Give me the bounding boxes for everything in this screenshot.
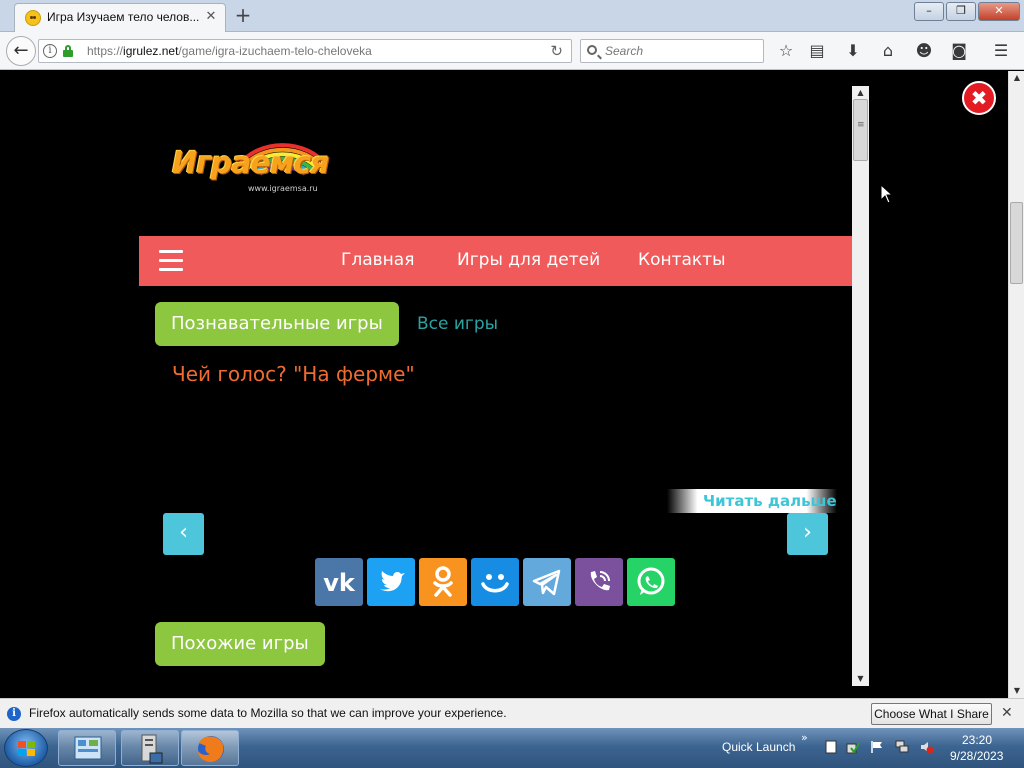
lock-icon[interactable]	[63, 45, 73, 57]
vk-icon: vk	[323, 569, 356, 597]
notification-text: Firefox automatically sends some data to…	[29, 706, 507, 720]
network-tray-icon[interactable]	[895, 740, 909, 754]
clock-date[interactable]: 9/28/2023	[950, 749, 1003, 763]
vk-share-button[interactable]: vk	[315, 558, 363, 606]
whatsapp-share-button[interactable]	[627, 558, 675, 606]
menu-hamburger-icon[interactable]: ☰	[990, 40, 1012, 62]
read-more-label: Читать дальше	[703, 492, 837, 510]
choose-what-i-share-button[interactable]: Choose What I Share	[871, 703, 992, 725]
window-scroll-up-icon[interactable]: ▲	[1009, 71, 1024, 85]
logo-text: Играемся	[172, 146, 329, 181]
main-menu: Главная Игры для детей Контакты	[139, 236, 852, 286]
page-content: Играемся www.igraemsa.ru Главная Игры дл…	[0, 71, 1008, 698]
data-sharing-notification: i Firefox automatically sends some data …	[0, 698, 1024, 728]
window-scroll-thumb[interactable]	[1010, 202, 1023, 284]
quick-launch-expand-icon[interactable]: »	[801, 731, 808, 744]
quick-launch-label: Quick Launch	[722, 740, 796, 754]
reload-icon[interactable]: ↻	[550, 42, 563, 60]
url-host: igrulez.net	[123, 44, 179, 58]
reading-list-icon[interactable]: ▤	[806, 40, 828, 62]
prev-slide-button[interactable]: ‹	[163, 513, 204, 555]
url-path: /game/igra-izuchaem-telo-cheloveka	[178, 44, 372, 58]
next-slide-button[interactable]: ›	[787, 513, 828, 555]
info-icon[interactable]: i	[43, 44, 57, 58]
security-check-tray-icon[interactable]	[846, 740, 860, 754]
game-frame-scrollbar[interactable]: ▲ ▼	[852, 86, 869, 686]
all-games-link[interactable]: Все игры	[417, 314, 498, 334]
url-text: https://igrulez.net/game/igra-izuchaem-t…	[87, 44, 372, 58]
odnoklassniki-share-button[interactable]	[419, 558, 467, 606]
browser-tab[interactable]: Игра Изучаем тело челов... ✕	[14, 3, 226, 32]
similar-games-button[interactable]: Похожие игры	[155, 622, 325, 666]
document-tray-icon[interactable]	[824, 740, 838, 754]
bookmark-star-icon[interactable]: ☆	[775, 40, 797, 62]
back-button[interactable]: ←	[6, 36, 36, 66]
taskbar-server-button[interactable]	[121, 730, 179, 766]
smiley-favicon-icon	[25, 10, 41, 26]
search-input[interactable]: Search	[580, 39, 764, 63]
start-button[interactable]	[4, 729, 48, 767]
menu-item-kids-games[interactable]: Игры для детей	[457, 250, 600, 270]
tab-close-icon[interactable]: ✕	[203, 9, 219, 25]
windows-taskbar: Quick Launch » 23:20 9/28/2023	[0, 728, 1024, 768]
twitter-bird-icon	[380, 571, 405, 592]
close-overlay-button[interactable]: ✖	[962, 81, 996, 115]
scroll-up-arrow-icon[interactable]: ▲	[852, 86, 869, 100]
tab-title: Игра Изучаем тело челов...	[47, 10, 200, 24]
window-close-button[interactable]: ✕	[978, 2, 1020, 21]
smile-icon	[481, 574, 509, 593]
scroll-thumb[interactable]	[853, 99, 868, 161]
mouse-cursor-icon	[880, 184, 894, 204]
logo-subtext: www.igraemsa.ru	[248, 184, 318, 193]
read-more-link[interactable]: Читать дальше	[667, 489, 837, 513]
control-panel-icon	[74, 736, 102, 760]
whatsapp-icon	[637, 567, 665, 595]
telegram-share-button[interactable]	[523, 558, 571, 606]
taskbar-control-panel-button[interactable]	[58, 730, 116, 766]
volume-muted-tray-icon[interactable]	[920, 740, 934, 754]
maximize-button[interactable]: ❐	[946, 2, 976, 21]
site-logo[interactable]: Играемся www.igraemsa.ru	[170, 126, 330, 201]
scroll-down-arrow-icon[interactable]: ▼	[852, 672, 869, 686]
info-icon: i	[7, 707, 21, 721]
hamburger-menu-icon[interactable]	[159, 250, 183, 272]
twitter-share-button[interactable]	[367, 558, 415, 606]
navigation-toolbar: ← i https://igrulez.net/game/igra-izucha…	[0, 32, 1024, 70]
windows-logo-icon	[18, 741, 36, 757]
minimize-button[interactable]: –	[914, 2, 944, 21]
taskbar-firefox-button[interactable]	[181, 730, 239, 766]
firefox-icon	[198, 736, 224, 762]
menu-item-contacts[interactable]: Контакты	[638, 250, 726, 270]
clock-time[interactable]: 23:20	[962, 733, 992, 747]
pocket-icon[interactable]: ◙	[948, 40, 970, 62]
moimir-share-button[interactable]	[471, 558, 519, 606]
tab-bar: Игра Изучаем тело челов... ✕ + – ❐ ✕	[0, 0, 1024, 32]
odnoklassniki-icon	[433, 566, 453, 597]
window-scroll-down-icon[interactable]: ▼	[1009, 684, 1024, 698]
address-bar[interactable]: i https://igrulez.net/game/igra-izuchaem…	[38, 39, 572, 63]
window-controls: – ❐ ✕	[914, 2, 1020, 21]
new-tab-button[interactable]: +	[232, 4, 254, 26]
viber-share-button[interactable]	[575, 558, 623, 606]
telegram-plane-icon	[532, 569, 561, 596]
download-icon[interactable]: ⬇	[842, 40, 864, 62]
window-scrollbar[interactable]: ▲ ▼	[1008, 71, 1024, 698]
server-icon	[141, 734, 163, 764]
home-icon[interactable]: ⌂	[877, 40, 899, 62]
viber-phone-icon	[590, 571, 610, 591]
category-button[interactable]: Познавательные игры	[155, 302, 399, 346]
menu-item-home[interactable]: Главная	[341, 250, 414, 270]
search-icon	[587, 45, 597, 55]
svg-text:vk: vk	[323, 569, 356, 597]
search-placeholder: Search	[605, 44, 644, 58]
game-title: Чей голос? "На ферме"	[172, 362, 415, 386]
notification-close-icon[interactable]: ✕	[1001, 705, 1013, 721]
sync-face-icon[interactable]: ☻	[913, 40, 935, 62]
url-prefix: https://	[87, 44, 124, 58]
flag-tray-icon[interactable]	[870, 740, 884, 754]
